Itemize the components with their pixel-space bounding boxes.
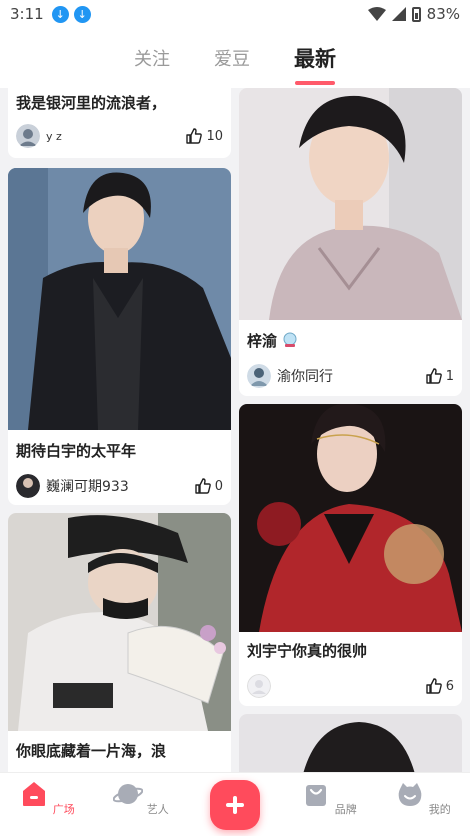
thumbs-up-icon: [426, 678, 442, 694]
planet-icon: [112, 784, 144, 804]
post-author[interactable]: 巍澜可期933: [46, 476, 129, 496]
nav-plaza[interactable]: 广场: [12, 779, 82, 817]
thumbs-up-icon: [426, 368, 442, 384]
nav-brands[interactable]: 品牌: [294, 779, 364, 817]
tab-idols[interactable]: 爱豆: [210, 39, 254, 77]
post-title: 你眼底藏着一片海，浪: [16, 742, 167, 760]
avatar[interactable]: [16, 124, 40, 148]
avatar[interactable]: [247, 364, 271, 388]
avatar[interactable]: [247, 674, 271, 698]
post-title: 我是银河里的流浪者，: [16, 94, 167, 112]
status-time: 3:11: [10, 5, 44, 23]
cellular-icon: [391, 7, 406, 21]
nav-artists[interactable]: 艺人: [106, 779, 176, 817]
nav-label: 品牌: [334, 803, 357, 816]
like-button[interactable]: 10: [186, 128, 223, 144]
post-author[interactable]: 渝你同行: [277, 366, 333, 386]
post-title: 梓渝: [247, 330, 298, 351]
like-count: 10: [206, 128, 223, 144]
post-author[interactable]: y z: [46, 130, 62, 143]
post-card[interactable]: 我是银河里的流浪者， y z 10: [8, 88, 231, 158]
post-card[interactable]: 梓渝 渝你同行 1: [239, 88, 462, 396]
plus-icon: [226, 796, 244, 814]
nav-label: 我的: [428, 803, 451, 816]
post-image: [8, 513, 231, 731]
shopping-bag-icon: [306, 785, 327, 806]
post-title: 期待白宇的太平年: [16, 442, 137, 460]
post-card[interactable]: 刘宇宁你真的很帅 6: [239, 404, 462, 706]
thumbs-up-icon: [195, 478, 211, 494]
like-count: 6: [445, 678, 454, 694]
nav-label: 广场: [52, 803, 75, 816]
post-image: [8, 168, 231, 430]
crystal-ball-icon: [283, 332, 297, 347]
download-icon: ↓: [51, 5, 69, 23]
post-feed[interactable]: 我是银河里的流浪者， y z 10 梓渝 渝你同行 1 期待白宇的太平年 巍澜可…: [0, 88, 470, 772]
tab-following[interactable]: 关注: [130, 39, 174, 77]
post-card[interactable]: 你眼底藏着一片海，浪: [8, 513, 231, 772]
plaza-icon: [23, 782, 46, 806]
like-count: 1: [445, 368, 454, 384]
post-card[interactable]: [239, 714, 462, 772]
wifi-icon: [367, 7, 386, 21]
post-card[interactable]: 期待白宇的太平年 巍澜可期933 0: [8, 168, 231, 505]
post-image: [239, 714, 462, 772]
like-button[interactable]: 6: [426, 678, 454, 694]
bottom-navigation: 广场 艺人 品牌 我的: [0, 772, 470, 836]
like-button[interactable]: 0: [195, 478, 223, 494]
battery-icon: [411, 6, 421, 22]
battery-percent: 83%: [426, 5, 460, 23]
post-image: [239, 404, 462, 632]
status-bar: 3:11 ↓ ↓ 83%: [0, 0, 470, 28]
thumbs-up-icon: [186, 128, 203, 144]
nav-profile[interactable]: 我的: [388, 779, 458, 817]
download-icon: ↓: [73, 5, 91, 23]
profile-icon: [398, 783, 422, 806]
tab-latest[interactable]: 最新: [290, 37, 340, 79]
like-button[interactable]: 1: [426, 368, 454, 384]
create-post-button[interactable]: [210, 780, 260, 830]
avatar[interactable]: [16, 474, 40, 498]
post-image: [239, 88, 462, 320]
nav-label: 艺人: [146, 803, 169, 816]
top-tabs: 关注 爱豆 最新: [0, 28, 470, 88]
post-title: 刘宇宁你真的很帅: [247, 642, 368, 660]
like-count: 0: [214, 478, 223, 494]
